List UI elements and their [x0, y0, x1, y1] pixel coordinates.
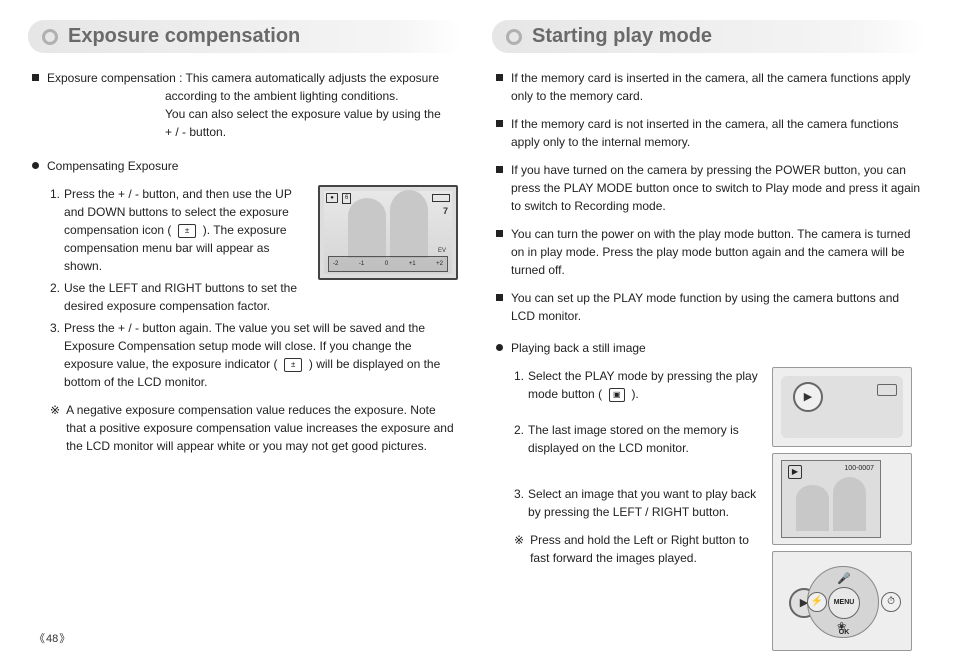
step-num: 2. — [50, 279, 60, 315]
bullet-text: You can set up the PLAY mode function by… — [511, 289, 922, 325]
step-num: 1. — [514, 367, 524, 403]
ev-label: EV — [438, 247, 446, 256]
right-column: Starting play mode If the memory card is… — [492, 20, 926, 651]
bullet-item: You can set up the PLAY mode function by… — [496, 289, 922, 325]
lcd-preview-figure: ● 6 7 EV -2-10+1+2 — [318, 185, 458, 280]
step-3: 3. Select an image that you want to play… — [514, 485, 762, 521]
section-title: Starting play mode — [532, 25, 712, 48]
intro-bullet: Exposure compensation : This camera auto… — [32, 69, 458, 141]
exposure-icon: ± — [178, 224, 196, 238]
bullet-ring-icon — [506, 29, 522, 45]
person-silhouette — [833, 477, 866, 531]
step-text: Use the LEFT and RIGHT buttons to set th… — [64, 279, 308, 315]
bullet-item: If the memory card is inserted in the ca… — [496, 69, 922, 105]
step-2: 2. The last image stored on the memory i… — [514, 421, 762, 457]
page-number: 48 — [34, 630, 70, 646]
round-bullet-icon — [32, 162, 39, 169]
file-number: 100-0007 — [844, 464, 874, 475]
camera-figures: ▶ ▶ 100-0007 ▶ MEN — [772, 367, 922, 651]
step-tail: ). — [631, 387, 638, 401]
step-1: 1. Press the + / - button, and then use … — [50, 185, 308, 275]
play-mode-icon: ▣ — [609, 388, 625, 402]
mic-icon: 🎤 — [837, 571, 851, 588]
subheading-row: Compensating Exposure — [32, 157, 458, 175]
step-2: 2. Use the LEFT and RIGHT buttons to set… — [50, 279, 308, 315]
step-1: 1. Select the PLAY mode by pressing the … — [514, 367, 762, 403]
camera-back-top: ▶ — [772, 367, 912, 447]
exposure-icon: ± — [284, 358, 302, 372]
intro-line-2: You can also select the exposure value b… — [165, 107, 441, 121]
square-bullet-icon — [496, 74, 503, 81]
person-silhouette — [796, 485, 829, 531]
square-bullet-icon — [496, 166, 503, 173]
step-text: The last image stored on the memory is d… — [528, 421, 762, 457]
left-column: Exposure compensation Exposure compensat… — [28, 20, 462, 651]
rec-icon: ● — [326, 193, 338, 203]
play-mode-button-icon: ▶ — [793, 382, 823, 412]
timer-icon: ⏱ — [881, 592, 901, 612]
lcd-side-num: 7 — [443, 205, 448, 219]
flash-icon: ⚡ — [807, 592, 827, 612]
menu-ok-button: MENU OK — [828, 587, 860, 619]
square-bullet-icon — [496, 120, 503, 127]
intro-label: Exposure compensation : — [47, 71, 182, 85]
section-header-play: Starting play mode — [492, 20, 926, 53]
exposure-bar: -2-10+1+2 — [328, 256, 448, 272]
bullet-text: If you have turned on the camera by pres… — [511, 161, 922, 215]
bullet-item: If the memory card is not inserted in th… — [496, 115, 922, 151]
step-3: 3. Press the + / - button again. The val… — [50, 319, 458, 391]
square-bullet-icon — [496, 294, 503, 301]
section-title: Exposure compensation — [68, 25, 300, 48]
bullet-item: You can turn the power on with the play … — [496, 225, 922, 279]
step-num: 3. — [50, 319, 60, 391]
camera-dpad: ▶ MENU OK 🎤 ❀ ⚡ ⏱ — [772, 551, 912, 651]
square-bullet-icon — [32, 74, 39, 81]
person-silhouette — [348, 198, 386, 258]
note-mark: ※ — [514, 531, 524, 567]
section-header-exposure: Exposure compensation — [28, 20, 462, 53]
macro-flower-icon: ❀ — [837, 619, 846, 636]
camera-lcd-preview: ▶ 100-0007 — [772, 453, 912, 545]
bullet-item: If you have turned on the camera by pres… — [496, 161, 922, 215]
step-num: 2. — [514, 421, 524, 457]
intro-line-1: according to the ambient lighting condit… — [165, 89, 398, 103]
bullet-text: If the memory card is inserted in the ca… — [511, 69, 922, 105]
bullet-ring-icon — [42, 29, 58, 45]
intro-line-3: + / - button. — [165, 125, 226, 139]
intro-line-0: This camera automatically adjusts the ex… — [186, 71, 439, 85]
person-silhouette — [390, 190, 428, 258]
note: ※ Press and hold the Left or Right butto… — [514, 531, 762, 567]
bullet-text: If the memory card is not inserted in th… — [511, 115, 922, 151]
bullet-text: You can turn the power on with the play … — [511, 225, 922, 279]
subheading-text: Compensating Exposure — [47, 157, 458, 175]
note-text: A negative exposure compensation value r… — [66, 401, 458, 455]
step-text: Select the PLAY mode by pressing the pla… — [528, 369, 758, 401]
note-text: Press and hold the Left or Right button … — [530, 531, 762, 567]
play-triangle-icon: ▶ — [788, 465, 802, 479]
round-bullet-icon — [496, 344, 503, 351]
note: ※ A negative exposure compensation value… — [50, 401, 458, 455]
subheading-text: Playing back a still image — [511, 339, 922, 357]
step-num: 3. — [514, 485, 524, 521]
switch-icon — [877, 384, 897, 396]
subheading-row: Playing back a still image — [496, 339, 922, 357]
step-num: 1. — [50, 185, 60, 275]
square-bullet-icon — [496, 230, 503, 237]
step-text: Select an image that you want to play ba… — [528, 485, 762, 521]
note-mark: ※ — [50, 401, 60, 455]
